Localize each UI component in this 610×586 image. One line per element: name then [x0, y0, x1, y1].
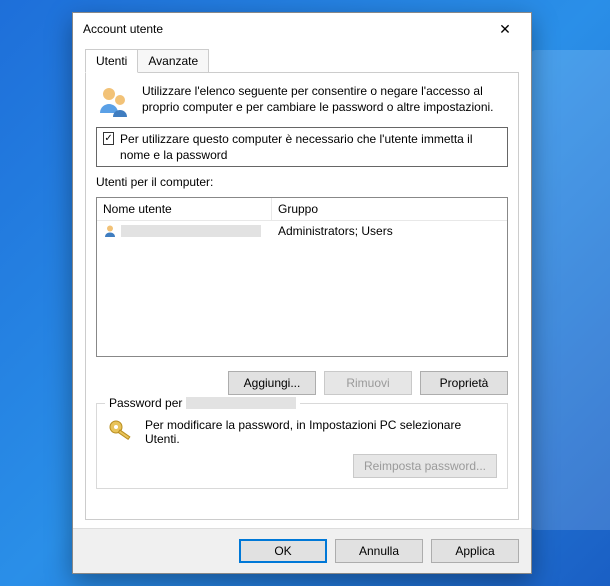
key-icon — [107, 418, 135, 446]
titlebar: Account utente ✕ — [73, 13, 531, 45]
listview-body: Administrators; Users — [97, 221, 507, 356]
user-accounts-dialog: Account utente ✕ Utenti Avanzate Utili — [72, 12, 532, 574]
properties-button[interactable]: Proprietà — [420, 371, 508, 395]
tab-users[interactable]: Utenti — [85, 49, 138, 73]
dialog-body: Utenti Avanzate Utilizzare l'elenco segu… — [73, 45, 531, 528]
user-buttons-row: Aggiungi... Rimuovi Proprietà — [96, 371, 508, 395]
tab-advanced[interactable]: Avanzate — [137, 49, 209, 72]
cell-group: Administrators; Users — [272, 222, 507, 240]
require-password-checkbox[interactable]: ✓ Per utilizzare questo computer è neces… — [96, 127, 508, 167]
background-window — [530, 50, 610, 530]
username-redacted — [121, 225, 261, 237]
tab-strip: Utenti Avanzate — [85, 49, 519, 73]
reset-password-button: Reimposta password... — [353, 454, 497, 478]
intro-row: Utilizzare l'elenco seguente per consent… — [96, 83, 508, 119]
password-user-redacted — [186, 397, 296, 409]
intro-text: Utilizzare l'elenco seguente per consent… — [142, 83, 508, 119]
tab-content-users: Utilizzare l'elenco seguente per consent… — [85, 73, 519, 520]
close-button[interactable]: ✕ — [485, 15, 525, 43]
user-icon — [103, 224, 117, 238]
users-icon — [96, 83, 132, 119]
tab-users-label: Utenti — [96, 54, 127, 68]
window-title: Account utente — [83, 22, 485, 36]
apply-button[interactable]: Applica — [431, 539, 519, 563]
require-password-label: Per utilizzare questo computer è necessa… — [120, 131, 501, 163]
listview-header: Nome utente Gruppo — [97, 198, 507, 221]
cancel-button[interactable]: Annulla — [335, 539, 423, 563]
ok-button[interactable]: OK — [239, 539, 327, 563]
add-button[interactable]: Aggiungi... — [228, 371, 316, 395]
password-group: Password per Per modificare la password,… — [96, 403, 508, 489]
checkbox-icon: ✓ — [103, 132, 114, 145]
close-icon: ✕ — [499, 21, 511, 38]
password-text: Per modificare la password, in Impostazi… — [145, 418, 497, 446]
table-row[interactable]: Administrators; Users — [97, 221, 507, 241]
remove-button: Rimuovi — [324, 371, 412, 395]
dialog-footer: OK Annulla Applica — [73, 528, 531, 573]
user-listview[interactable]: Nome utente Gruppo Administrators; Users — [96, 197, 508, 357]
column-group[interactable]: Gruppo — [272, 198, 507, 220]
cell-username — [97, 222, 272, 240]
password-group-label: Password per — [105, 396, 300, 410]
tab-advanced-label: Avanzate — [148, 54, 198, 68]
column-username[interactable]: Nome utente — [97, 198, 272, 220]
userlist-caption: Utenti per il computer: — [96, 175, 508, 189]
